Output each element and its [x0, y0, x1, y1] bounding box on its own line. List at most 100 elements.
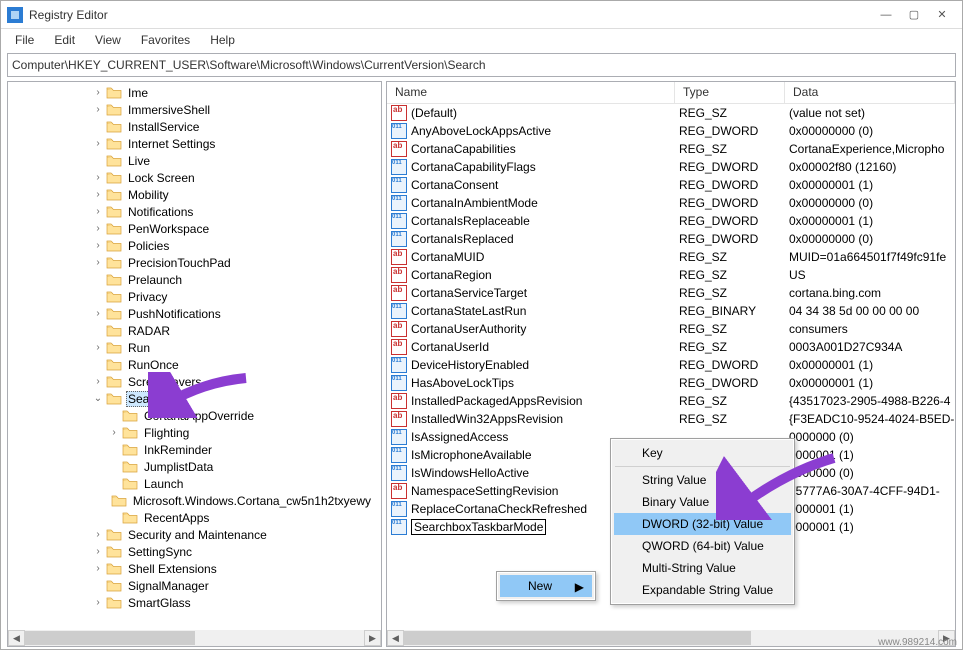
- tree-item[interactable]: InstallService: [10, 118, 381, 135]
- tree-item[interactable]: RunOnce: [10, 356, 381, 373]
- collapse-icon[interactable]: ⌄: [90, 391, 106, 407]
- tree-item[interactable]: Microsoft.Windows.Cortana_cw5n1h2txyewy: [10, 492, 381, 509]
- expand-icon[interactable]: ›: [90, 204, 106, 220]
- expand-icon[interactable]: ›: [90, 595, 106, 611]
- expand-icon[interactable]: ›: [106, 425, 122, 441]
- context-item[interactable]: Expandable String Value: [614, 579, 791, 601]
- value-row[interactable]: CortanaRegionREG_SZUS: [387, 266, 955, 284]
- scroll-track[interactable]: [404, 630, 938, 646]
- expand-icon[interactable]: ›: [90, 306, 106, 322]
- menu-favorites[interactable]: Favorites: [131, 31, 200, 49]
- tree-item[interactable]: ›Flighting: [10, 424, 381, 441]
- expand-icon[interactable]: ›: [90, 102, 106, 118]
- context-item-new[interactable]: New ▶: [500, 575, 592, 597]
- value-row[interactable]: (Default)REG_SZ(value not set): [387, 104, 955, 122]
- scroll-left-button[interactable]: ◀: [387, 630, 404, 646]
- tree-item[interactable]: Launch: [10, 475, 381, 492]
- expand-icon[interactable]: ›: [90, 374, 106, 390]
- tree-item[interactable]: CortanaAppOverride: [10, 407, 381, 424]
- value-row[interactable]: CortanaServiceTargetREG_SZcortana.bing.c…: [387, 284, 955, 302]
- col-name[interactable]: Name: [387, 82, 675, 103]
- tree-item[interactable]: ›SettingSync: [10, 543, 381, 560]
- value-row[interactable]: CortanaIsReplacedREG_DWORD0x00000000 (0): [387, 230, 955, 248]
- value-row[interactable]: CortanaUserIdREG_SZ0003A001D27C934A: [387, 338, 955, 356]
- tree-item[interactable]: ›Run: [10, 339, 381, 356]
- value-data: 0003A001D27C934A: [785, 340, 955, 354]
- value-row[interactable]: DeviceHistoryEnabledREG_DWORD0x00000001 …: [387, 356, 955, 374]
- folder-icon: [106, 273, 122, 287]
- context-item[interactable]: Binary Value: [614, 491, 791, 513]
- tree-item[interactable]: JumplistData: [10, 458, 381, 475]
- tree-item[interactable]: ⌄Search: [10, 390, 381, 407]
- expand-icon[interactable]: ›: [90, 340, 106, 356]
- col-data[interactable]: Data: [785, 82, 955, 103]
- tree-pane[interactable]: ›Ime›ImmersiveShellInstallService›Intern…: [7, 81, 382, 647]
- list-hscrollbar[interactable]: ◀ ▶: [387, 630, 955, 646]
- expand-icon[interactable]: ›: [90, 187, 106, 203]
- tree-item[interactable]: ›Policies: [10, 237, 381, 254]
- tree-item[interactable]: ›Shell Extensions: [10, 560, 381, 577]
- expand-icon[interactable]: ›: [90, 136, 106, 152]
- tree-item[interactable]: ›PenWorkspace: [10, 220, 381, 237]
- tree-item[interactable]: ›PrecisionTouchPad: [10, 254, 381, 271]
- tree-item[interactable]: ›ImmersiveShell: [10, 101, 381, 118]
- address-bar[interactable]: Computer\HKEY_CURRENT_USER\Software\Micr…: [7, 53, 956, 77]
- menu-help[interactable]: Help: [200, 31, 245, 49]
- tree-item[interactable]: ›Ime: [10, 84, 381, 101]
- menu-view[interactable]: View: [85, 31, 131, 49]
- context-item[interactable]: Multi-String Value: [614, 557, 791, 579]
- value-row[interactable]: CortanaStateLastRunREG_BINARY04 34 38 5d…: [387, 302, 955, 320]
- value-row[interactable]: CortanaUserAuthorityREG_SZconsumers: [387, 320, 955, 338]
- menu-file[interactable]: File: [5, 31, 44, 49]
- tree-item[interactable]: ›Notifications: [10, 203, 381, 220]
- tree-hscrollbar[interactable]: ◀ ▶: [8, 630, 381, 646]
- maximize-button[interactable]: ▢: [900, 4, 928, 26]
- value-row[interactable]: HasAboveLockTipsREG_DWORD0x00000001 (1): [387, 374, 955, 392]
- tree-item[interactable]: Prelaunch: [10, 271, 381, 288]
- value-row[interactable]: CortanaMUIDREG_SZMUID=01a664501f7f49fc91…: [387, 248, 955, 266]
- tree-item[interactable]: RADAR: [10, 322, 381, 339]
- tree-item[interactable]: RecentApps: [10, 509, 381, 526]
- tree-item[interactable]: ›Screensavers: [10, 373, 381, 390]
- folder-icon: [122, 426, 138, 440]
- tree-item[interactable]: ›PushNotifications: [10, 305, 381, 322]
- tree-item[interactable]: ›Mobility: [10, 186, 381, 203]
- context-item[interactable]: Key: [614, 442, 791, 464]
- context-item[interactable]: DWORD (32-bit) Value: [614, 513, 791, 535]
- value-row[interactable]: CortanaCapabilityFlagsREG_DWORD0x00002f8…: [387, 158, 955, 176]
- col-type[interactable]: Type: [675, 82, 785, 103]
- value-row[interactable]: AnyAboveLockAppsActiveREG_DWORD0x0000000…: [387, 122, 955, 140]
- expand-icon[interactable]: ›: [90, 561, 106, 577]
- tree-item[interactable]: ›Lock Screen: [10, 169, 381, 186]
- value-row[interactable]: InstalledWin32AppsRevisionREG_SZ{F3EADC1…: [387, 410, 955, 428]
- scroll-track[interactable]: [25, 630, 364, 646]
- scroll-left-button[interactable]: ◀: [8, 630, 25, 646]
- expand-icon[interactable]: ›: [90, 170, 106, 186]
- tree-item[interactable]: Privacy: [10, 288, 381, 305]
- value-row[interactable]: CortanaCapabilitiesREG_SZCortanaExperien…: [387, 140, 955, 158]
- minimize-button[interactable]: —: [872, 4, 900, 26]
- tree-item[interactable]: ›Internet Settings: [10, 135, 381, 152]
- expand-icon[interactable]: ›: [90, 238, 106, 254]
- close-button[interactable]: ✕: [928, 4, 956, 26]
- value-row[interactable]: InstalledPackagedAppsRevisionREG_SZ{4351…: [387, 392, 955, 410]
- scroll-right-button[interactable]: ▶: [364, 630, 381, 646]
- expand-icon[interactable]: ›: [90, 255, 106, 271]
- tree-item[interactable]: SignalManager: [10, 577, 381, 594]
- expand-icon[interactable]: ›: [90, 527, 106, 543]
- expand-icon[interactable]: ›: [90, 85, 106, 101]
- expand-icon[interactable]: ›: [90, 544, 106, 560]
- value-name: DeviceHistoryEnabled: [411, 358, 529, 372]
- tree-item[interactable]: Live: [10, 152, 381, 169]
- tree-item[interactable]: ›SmartGlass: [10, 594, 381, 611]
- value-row[interactable]: CortanaInAmbientModeREG_DWORD0x00000000 …: [387, 194, 955, 212]
- context-item[interactable]: String Value: [614, 469, 791, 491]
- tree-item[interactable]: InkReminder: [10, 441, 381, 458]
- value-row[interactable]: CortanaConsentREG_DWORD0x00000001 (1): [387, 176, 955, 194]
- menu-edit[interactable]: Edit: [44, 31, 85, 49]
- tree-item[interactable]: ›Security and Maintenance: [10, 526, 381, 543]
- value-row[interactable]: CortanaIsReplaceableREG_DWORD0x00000001 …: [387, 212, 955, 230]
- context-item[interactable]: QWORD (64-bit) Value: [614, 535, 791, 557]
- folder-icon: [106, 596, 122, 610]
- expand-icon[interactable]: ›: [90, 221, 106, 237]
